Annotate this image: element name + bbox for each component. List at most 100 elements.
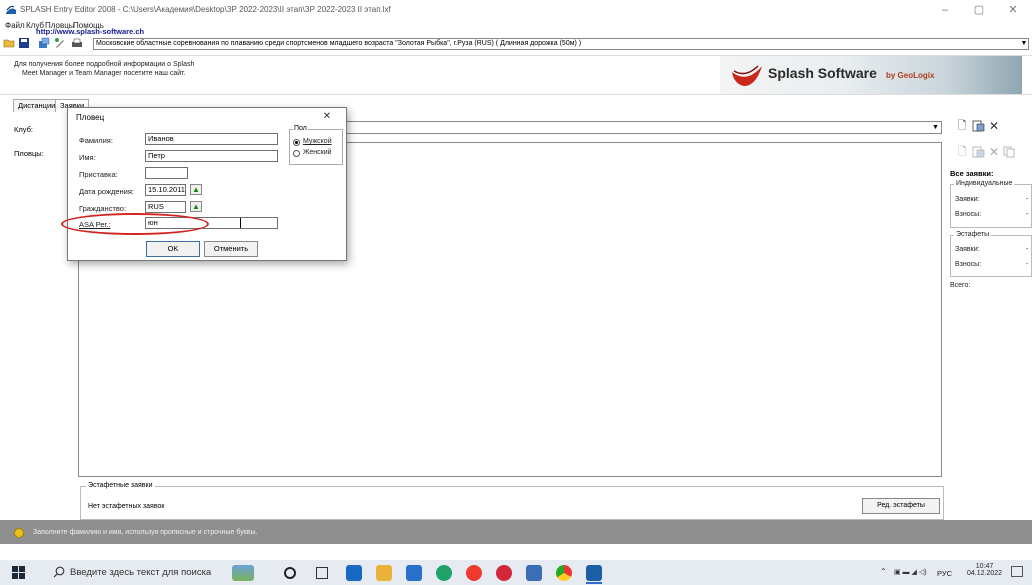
nation-label: Гражданство: [79,204,127,213]
individual-group [950,184,1032,228]
gender-female-label[interactable]: Женский [303,149,332,156]
weather-icon[interactable] [232,565,254,581]
active-app-indicator [586,582,602,584]
dob-picker-icon[interactable]: ▲ [190,184,202,195]
gender-title: Пол [293,125,308,132]
file-explorer-icon[interactable] [376,565,392,581]
text-cursor [240,218,241,228]
windows-start-icon[interactable] [12,566,26,580]
club-label: Клуб: [14,125,33,134]
meet-select[interactable]: Московские областные соревнования по пла… [93,38,1029,50]
gender-male-radio[interactable] [293,139,300,146]
splash-logo-icon [732,65,762,86]
new-club-icon[interactable]: 🗋 [956,120,968,132]
chrome-icon[interactable] [556,565,572,581]
maximize-button[interactable]: ▢ [964,2,994,18]
splash-taskbar-icon[interactable] [586,565,602,581]
swimmer-dialog: Пловец ✕ Фамилия: Иванов Имя: Петр Прист… [67,107,347,261]
copy-icon[interactable] [1003,146,1015,158]
app-icon [6,5,16,14]
open-folder-icon[interactable] [3,37,15,49]
chevron-down-icon[interactable]: ▼ [930,122,941,133]
relays-fees-value: - [1026,261,1029,268]
close-button[interactable]: ✕ [998,2,1028,18]
tab-events[interactable]: Дистанции [13,99,61,112]
individual-fees-label: Взносы: [955,211,982,218]
prefix-label: Приставка: [79,170,118,179]
individual-fees-value: - [1026,211,1029,218]
cortana-icon[interactable] [284,567,296,579]
tray-icons[interactable]: ▣ ▬ ◢ ◁) [894,568,928,577]
first-name-label: Имя: [79,153,96,162]
nation-picker-icon[interactable]: ▲ [190,201,202,212]
edit-club-icon[interactable] [972,120,985,132]
task-view-icon[interactable] [316,567,328,579]
dob-label: Дата рождения: [79,187,134,196]
edit-swimmer-icon[interactable] [972,146,985,158]
print-icon[interactable] [71,37,83,49]
splash-banner: Splash Software by GeoLogix [720,56,1022,94]
window-title: SPLASH Entry Editor 2008 - C:\Users\Акад… [20,5,391,14]
banner-by: by GeoLogix [886,71,935,80]
relays-entries-value: - [1026,246,1029,253]
individual-entries-value: - [1026,196,1029,203]
chevron-down-icon[interactable]: ▼ [1019,38,1029,50]
edge-icon[interactable] [436,565,452,581]
status-text: Заполните фамилию и имя, используя пропи… [33,529,258,536]
edit-icon[interactable] [54,37,66,49]
relays-fees-label: Взносы: [955,261,982,268]
mail-icon[interactable] [346,565,362,581]
gender-female-radio[interactable] [293,150,300,157]
hint-bulb-icon [14,528,24,538]
taskbar-search-input[interactable]: Введите здесь текст для поиска [70,567,211,578]
clock[interactable]: 10:47 04.12.2022 [967,563,1002,577]
language-indicator[interactable]: РУС [937,569,952,578]
dialog-title: Пловец [76,113,105,122]
dob-field[interactable]: 15.10.2011 [145,184,186,196]
nation-field[interactable]: RUS [145,201,186,213]
individual-title: Индивидуальные [954,180,1015,187]
total-label: Всего: [950,282,971,289]
notifications-icon[interactable] [1011,566,1023,577]
individual-entries-label: Заявки: [955,196,980,203]
menu-bar: Файл Клуб Пловцы Помощь [0,20,1032,32]
info-line-2: Meet Manager и Team Manager посетите наш… [22,70,186,77]
prefix-field[interactable] [145,167,188,179]
yandex-browser-icon[interactable] [496,565,512,581]
relays-group [950,235,1032,277]
gender-male-label[interactable]: Мужской [303,138,332,145]
website-link[interactable]: http://www.splash-software.ch [36,27,144,36]
relays-entries-label: Заявки: [955,246,980,253]
edit-relays-button[interactable]: Ред. эстафеты [862,498,940,514]
relay-group [80,486,944,520]
search-icon[interactable] [53,566,65,578]
relay-none-text: Нет эстафетных заявок [88,503,165,510]
dialog-close-icon[interactable]: ✕ [314,110,340,124]
club-icon[interactable] [38,37,50,49]
calendar-icon[interactable] [526,565,542,581]
delete-club-icon[interactable]: ✕ [988,120,1000,132]
yandex-icon[interactable] [466,565,482,581]
new-swimmer-icon[interactable]: 🗋 [956,146,968,158]
tray-chevron-icon[interactable]: ⌃ [880,567,887,576]
relay-title: Эстафетные заявки [86,482,155,489]
info-line-1: Для получения более подробной информации… [14,61,195,68]
relays-title: Эстафеты [954,231,992,238]
clock-date: 04.12.2022 [967,570,1003,577]
highlight-ellipse [61,213,209,235]
banner-brand: Splash Software [768,65,877,81]
gender-group [289,129,343,165]
delete-swimmer-icon[interactable]: ✕ [988,146,1000,158]
swimmers-label: Пловцы: [14,149,44,158]
clock-time: 10:47 [975,563,994,570]
minimize-button[interactable]: – [930,2,960,18]
first-name-field[interactable]: Петр [145,150,278,162]
last-name-field[interactable]: Иванов [145,133,278,145]
menu-file[interactable]: Файл [5,21,25,30]
save-icon[interactable] [18,37,30,49]
store-icon[interactable] [406,565,422,581]
last-name-label: Фамилия: [79,136,113,145]
ok-button[interactable]: OK [146,241,200,257]
all-entries-heading: Все заявки: [950,169,994,178]
cancel-button[interactable]: Отменить [204,241,258,257]
